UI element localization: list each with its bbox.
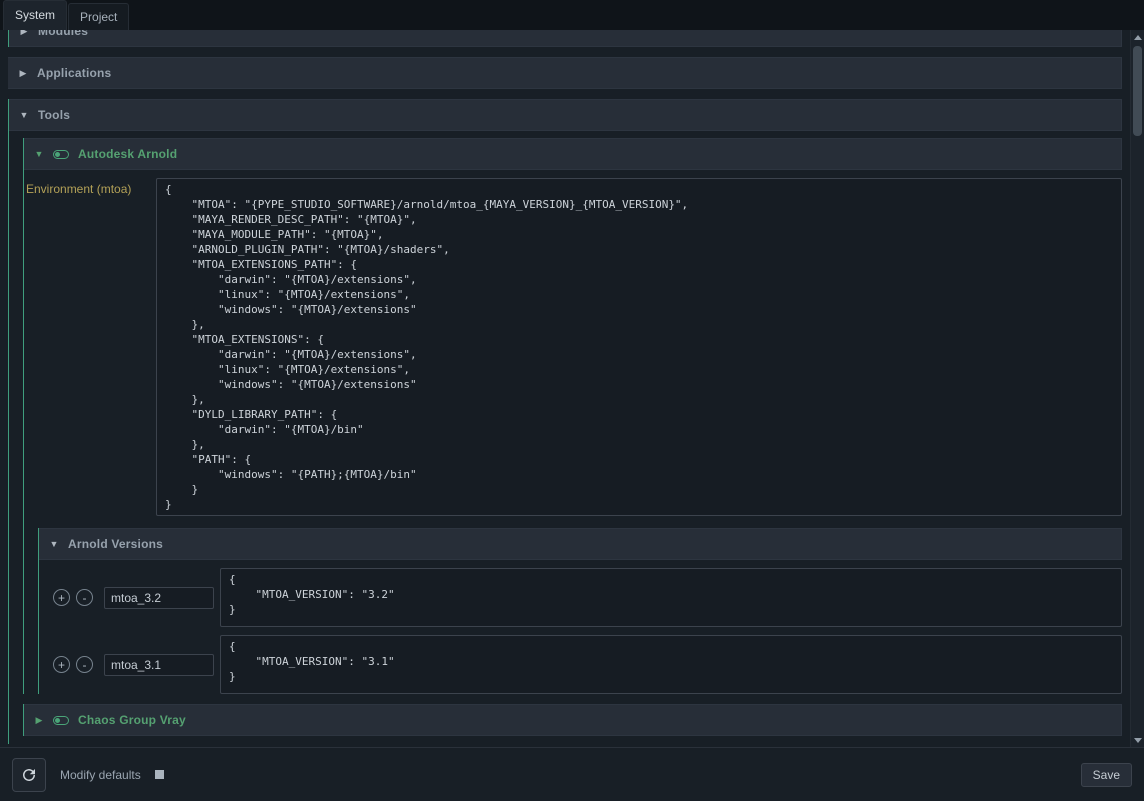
modify-defaults-checkbox[interactable]	[155, 770, 164, 779]
remove-item-button[interactable]: -	[76, 656, 93, 673]
chevron-right-icon: ▶	[34, 715, 44, 726]
group-autodesk-arnold: ▼ Autodesk Arnold Environment (mtoa) { "…	[23, 138, 1122, 694]
scrollbar-track[interactable]	[1131, 44, 1144, 733]
chevron-right-icon: ▶	[19, 30, 29, 37]
tab-project[interactable]: Project	[68, 3, 129, 30]
toggle-dot	[55, 152, 60, 157]
scrollbar-thumb[interactable]	[1133, 46, 1142, 136]
section-applications-title: Applications	[37, 66, 111, 80]
tab-system[interactable]: System	[3, 0, 67, 30]
refresh-icon	[20, 766, 38, 784]
group-autodesk-arnold-header[interactable]: ▼ Autodesk Arnold	[24, 138, 1122, 170]
remove-item-button[interactable]: -	[76, 589, 93, 606]
environment-row: Environment (mtoa) { "MTOA": "{PYPE_STUD…	[24, 178, 1122, 516]
version-json-editor[interactable]: { "MTOA_VERSION": "3.1" }	[220, 635, 1122, 694]
toggle-dot	[55, 718, 60, 723]
tab-bar: System Project	[0, 0, 1144, 30]
chevron-down-icon: ▼	[49, 539, 59, 549]
settings-window: System Project ▶ Modules ▶ Applications …	[0, 0, 1144, 801]
chevron-right-icon: ▶	[18, 68, 28, 79]
add-item-button[interactable]: +	[53, 589, 70, 606]
section-modules-header[interactable]: ▶ Modules	[9, 30, 1122, 47]
enabled-toggle-icon[interactable]	[53, 150, 69, 159]
section-modules-title: Modules	[38, 30, 88, 38]
environment-label: Environment (mtoa)	[24, 178, 156, 196]
chevron-down-icon: ▼	[19, 110, 29, 120]
chevron-down-icon: ▼	[34, 149, 44, 159]
scrollbar[interactable]	[1130, 30, 1144, 747]
arrow-up-icon	[1134, 35, 1142, 40]
version-key-input[interactable]	[104, 587, 214, 609]
footer: Modify defaults Save	[0, 747, 1144, 801]
arrow-down-icon	[1134, 738, 1142, 743]
environment-json-editor[interactable]: { "MTOA": "{PYPE_STUDIO_SOFTWARE}/arnold…	[156, 178, 1122, 516]
add-item-button[interactable]: +	[53, 656, 70, 673]
content-wrapper: ▶ Modules ▶ Applications ▼ Tools	[0, 30, 1144, 747]
group-autodesk-arnold-title: Autodesk Arnold	[78, 147, 177, 161]
enabled-toggle-icon[interactable]	[53, 716, 69, 725]
save-button[interactable]: Save	[1081, 763, 1132, 787]
section-tools: ▼ Tools ▼ Autodesk Arnold Environment (m…	[8, 99, 1122, 744]
version-row: + - { "MTOA_VERSION": "3.1" }	[39, 635, 1122, 694]
group-chaos-group-vray-header[interactable]: ▶ Chaos Group Vray	[24, 704, 1122, 736]
scrollbar-down-button[interactable]	[1131, 733, 1144, 747]
scrollbar-up-button[interactable]	[1131, 30, 1144, 44]
section-modules: ▶ Modules	[8, 30, 1122, 47]
group-arnold-versions-title: Arnold Versions	[68, 537, 163, 551]
group-chaos-group-vray-title: Chaos Group Vray	[78, 713, 186, 727]
group-autodesk-arnold-body: Environment (mtoa) { "MTOA": "{PYPE_STUD…	[24, 170, 1122, 694]
version-row: + - { "MTOA_VERSION": "3.2" }	[39, 568, 1122, 627]
modify-defaults-label: Modify defaults	[60, 768, 141, 782]
version-json-editor[interactable]: { "MTOA_VERSION": "3.2" }	[220, 568, 1122, 627]
group-chaos-group-vray: ▶ Chaos Group Vray	[23, 704, 1122, 736]
section-applications: ▶ Applications	[8, 57, 1122, 89]
refresh-button[interactable]	[12, 758, 46, 792]
section-tools-body: ▼ Autodesk Arnold Environment (mtoa) { "…	[9, 131, 1122, 744]
group-arnold-versions-header[interactable]: ▼ Arnold Versions	[39, 528, 1122, 560]
group-arnold-versions: ▼ Arnold Versions + - { "MTOA_VERSION": …	[38, 528, 1122, 694]
section-applications-header[interactable]: ▶ Applications	[8, 57, 1122, 89]
settings-content: ▶ Modules ▶ Applications ▼ Tools	[0, 30, 1130, 747]
section-tools-title: Tools	[38, 108, 70, 122]
section-tools-header[interactable]: ▼ Tools	[9, 99, 1122, 131]
version-key-input[interactable]	[104, 654, 214, 676]
